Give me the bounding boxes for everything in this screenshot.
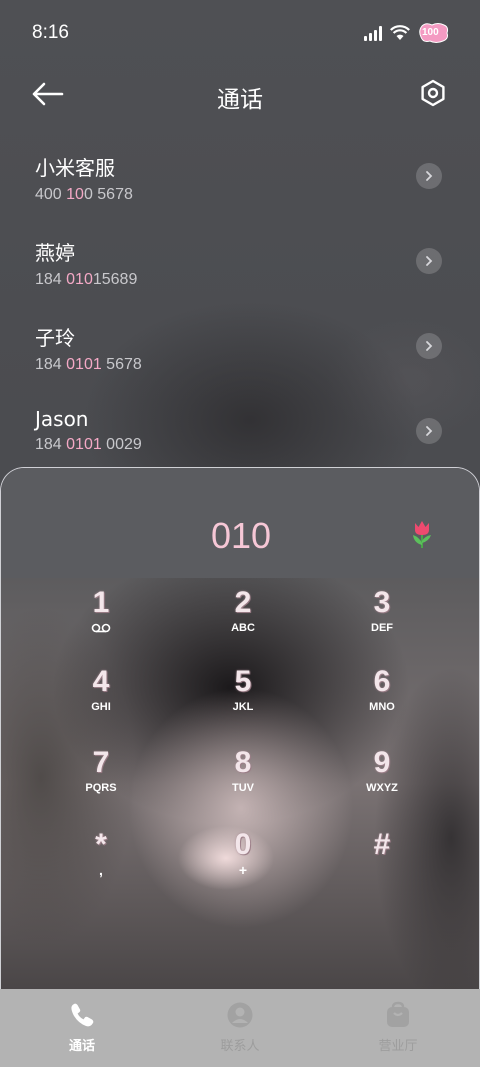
key-6[interactable]: 6 MNO — [322, 665, 442, 735]
tab-calls[interactable]: 通话 — [2, 989, 162, 1067]
bottom-tab-bar: 通话 联系人 营业厅 — [0, 989, 480, 1067]
chevron-right-icon[interactable] — [416, 163, 442, 189]
key-5[interactable]: 5 JKL — [183, 665, 303, 735]
chevron-right-icon[interactable] — [416, 333, 442, 359]
person-icon — [227, 1002, 253, 1028]
contact-number: 184 01015689 — [35, 271, 138, 288]
chevron-right-icon[interactable] — [416, 418, 442, 444]
chevron-right-icon[interactable] — [416, 248, 442, 274]
wifi-icon — [390, 25, 410, 41]
contact-name: 子玲 — [35, 326, 75, 350]
tab-contacts[interactable]: 联系人 — [160, 989, 320, 1067]
key-3[interactable]: 3 DEF — [322, 586, 442, 656]
tab-label: 营业厅 — [378, 1039, 418, 1054]
list-item[interactable]: 燕婷 184 01015689 — [0, 225, 480, 310]
list-item[interactable]: 小米客服 400 100 5678 — [0, 140, 480, 225]
settings-hexagon-icon — [421, 79, 445, 107]
key-star[interactable]: * , — [41, 828, 161, 898]
key-0[interactable]: 0 + — [183, 828, 303, 898]
tulip-icon[interactable] — [409, 519, 435, 549]
key-hash[interactable]: # — [322, 828, 442, 898]
battery-level: 100 — [422, 27, 439, 38]
battery-icon: 100 — [418, 22, 450, 44]
key-8[interactable]: 8 TUV — [183, 746, 303, 816]
dialer-panel: 010 1 2 ABC 3 DEF 4 GHI 5 JKL 6 MNO 7 PQ… — [0, 467, 480, 989]
key-2[interactable]: 2 ABC — [183, 586, 303, 656]
tab-service-hall[interactable]: 营业厅 — [318, 989, 478, 1067]
settings-button[interactable] — [418, 78, 448, 108]
contact-name: 小米客服 — [35, 156, 115, 180]
tab-label: 联系人 — [220, 1039, 260, 1054]
phone-icon — [71, 1003, 94, 1027]
header: 通话 — [0, 66, 480, 124]
contact-name: 燕婷 — [35, 241, 75, 265]
voicemail-icon — [91, 623, 111, 633]
key-7[interactable]: 7 PQRS — [41, 746, 161, 816]
tab-label: 通话 — [68, 1039, 95, 1054]
key-1[interactable]: 1 — [41, 586, 161, 656]
status-icons: 100 — [364, 22, 450, 44]
dial-display-area: 010 — [1, 468, 479, 578]
contact-list: 小米客服 400 100 5678 燕婷 184 01015689 子玲 184… — [0, 140, 480, 480]
signal-icon — [364, 25, 382, 41]
list-item[interactable]: 子玲 184 0101 5678 — [0, 310, 480, 395]
contact-number: 184 0101 5678 — [35, 356, 142, 373]
status-bar: 8:16 100 — [0, 0, 480, 66]
page-title: 通话 — [217, 87, 263, 113]
key-9[interactable]: 9 WXYZ — [322, 746, 442, 816]
status-time: 8:16 — [32, 22, 69, 43]
contact-number: 184 0101 0029 — [35, 436, 142, 453]
contact-name: Jason — [35, 407, 89, 431]
key-4[interactable]: 4 GHI — [41, 665, 161, 735]
contact-number: 400 100 5678 — [35, 186, 133, 203]
bag-icon — [387, 1001, 409, 1027]
